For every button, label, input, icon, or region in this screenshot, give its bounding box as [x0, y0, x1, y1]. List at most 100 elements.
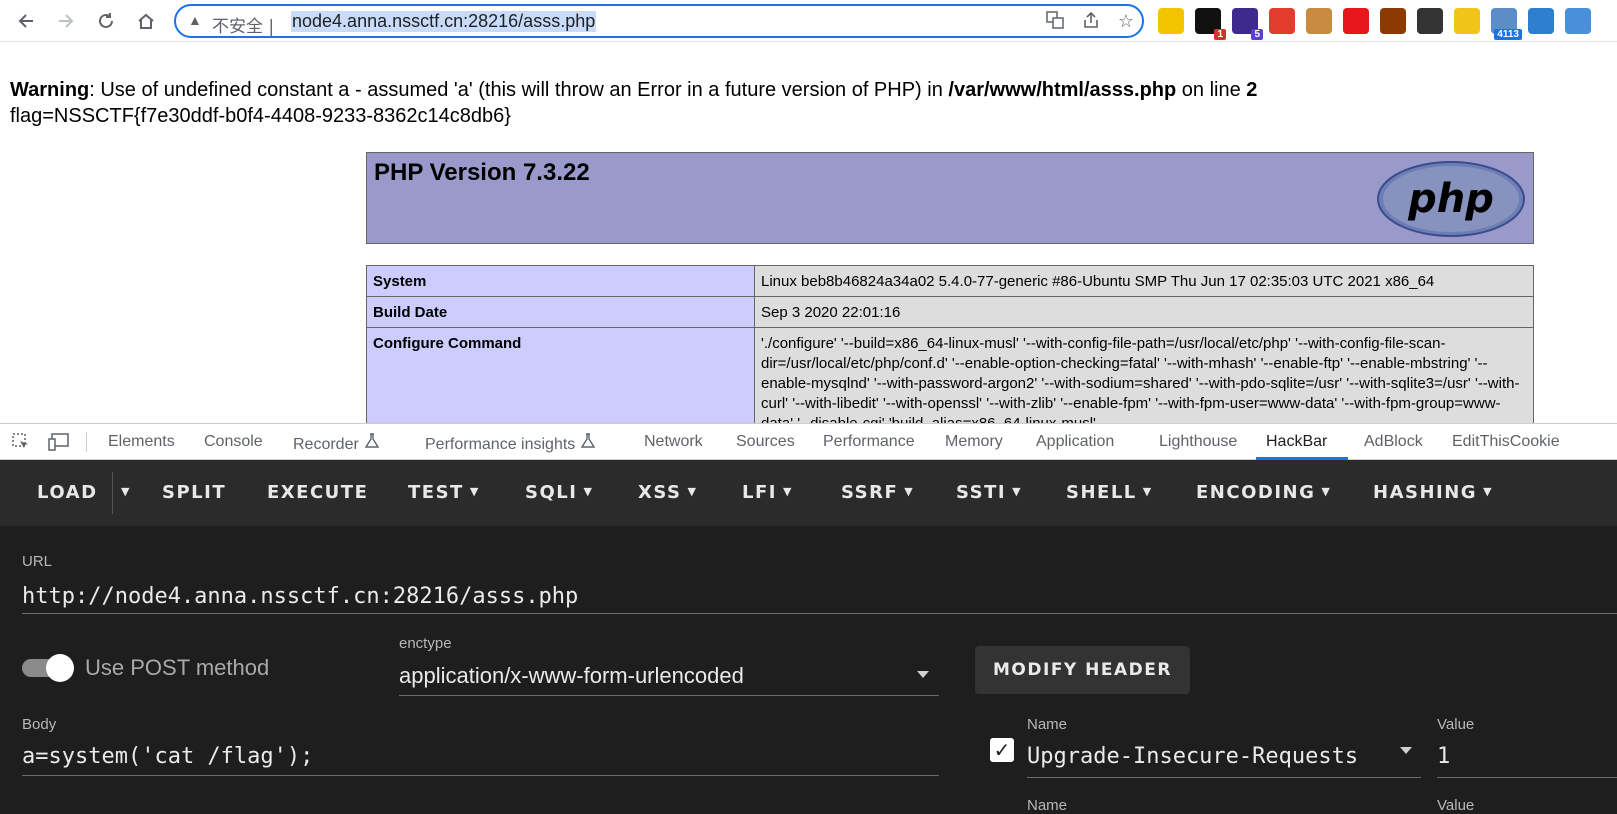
tab-memory[interactable]: Memory: [945, 433, 1003, 451]
ssti-menu-button[interactable]: SSTI ▼: [956, 482, 1022, 503]
experiment-flask-icon: [581, 433, 596, 453]
encoding-menu-button[interactable]: ENCODING ▼: [1196, 482, 1331, 503]
caret-down-icon: ▼: [1483, 485, 1494, 498]
caret-down-icon: ▼: [1321, 485, 1332, 498]
caret-down-icon: ▼: [904, 485, 915, 498]
warning-line-number: 2: [1246, 79, 1258, 101]
flag-output: flag=NSSCTF{f7e30ddf-b0f4-4408-9233-8362…: [10, 105, 511, 127]
url-text[interactable]: node4.anna.nssctf.cn:28216/asss.php: [291, 11, 597, 32]
enctype-select[interactable]: application/x-www-form-urlencoded: [399, 663, 744, 689]
page-content: Warning: Use of undefined constant a - a…: [0, 43, 1617, 423]
js-icon[interactable]: [1454, 8, 1480, 34]
tab-recorder[interactable]: Recorder: [293, 433, 380, 454]
header-name-chevron-down-icon[interactable]: [1400, 747, 1412, 754]
caret-down-icon: ▼: [469, 485, 480, 498]
header-enabled-checkbox[interactable]: ✓: [990, 738, 1014, 762]
hat-icon[interactable]: [1417, 8, 1443, 34]
reload-icon[interactable]: [92, 7, 120, 35]
bookmark-star-icon[interactable]: ☆: [1118, 11, 1134, 34]
translate-icon[interactable]: [1046, 11, 1064, 34]
hashing-menu-button[interactable]: HASHING ▼: [1373, 482, 1493, 503]
table-value: './configure' '--build=x86_64-linux-musl…: [754, 327, 1534, 423]
menu-label: EXECUTE: [267, 482, 369, 503]
tab-label: Sources: [736, 433, 795, 450]
menu-label: XSS: [638, 482, 682, 503]
caret-down-icon: ▼: [1012, 485, 1023, 498]
warning-triangle-icon[interactable]: ▲: [188, 12, 202, 28]
header-name-input[interactable]: Upgrade-Insecure-Requests: [1027, 744, 1358, 769]
address-bar[interactable]: ▲ 不安全 | node4.anna.nssctf.cn:28216/asss.…: [174, 4, 1144, 38]
split-button[interactable]: SPLIT: [162, 482, 226, 503]
next-header-value-label: Value: [1437, 797, 1475, 814]
sqli-menu-button[interactable]: SQLI ▼: [525, 482, 593, 503]
test-menu-button[interactable]: TEST ▼: [408, 482, 480, 503]
xss-menu-button[interactable]: XSS ▼: [638, 482, 697, 503]
tab-sources[interactable]: Sources: [736, 433, 795, 451]
tab-lighthouse[interactable]: Lighthouse: [1159, 433, 1237, 451]
pokeball-icon[interactable]: [1269, 8, 1295, 34]
tab-performance-insights[interactable]: Performance insights: [425, 433, 596, 454]
url-input[interactable]: http://node4.anna.nssctf.cn:28216/asss.p…: [22, 584, 578, 609]
load-button[interactable]: LOAD: [37, 482, 98, 503]
menu-label: SHELL: [1066, 482, 1137, 503]
profile-icon[interactable]: [1565, 8, 1591, 34]
share-icon[interactable]: [1082, 11, 1100, 34]
header-name-label: Name: [1027, 716, 1068, 733]
hackbar-menu: LOAD ▼ SPLIT EXECUTE TEST ▼ SQLI ▼ XSS ▼ LFI ▼ SSRF ▼…: [0, 460, 1617, 526]
warning-text: : Use of undefined constant a - assumed …: [89, 79, 949, 101]
browser-toolbar: ▲ 不安全 | node4.anna.nssctf.cn:28216/asss.…: [0, 0, 1617, 42]
paragraph-icon[interactable]: [1380, 8, 1406, 34]
shield-ext-icon[interactable]: [1343, 8, 1369, 34]
robot-icon[interactable]: [1528, 8, 1554, 34]
post-method-toggle-knob[interactable]: [46, 654, 74, 682]
header-value-input[interactable]: 1: [1437, 744, 1450, 769]
home-icon[interactable]: [132, 7, 160, 35]
warning-online: on line: [1176, 79, 1247, 101]
ext-1-icon[interactable]: 1: [1195, 8, 1226, 40]
body-input[interactable]: a=system('cat /flag');: [22, 744, 313, 769]
insecure-label: 不安全: [212, 17, 263, 37]
table-key: System: [366, 265, 755, 297]
table-row: Build Date Sep 3 2020 22:01:16: [366, 296, 1534, 328]
inspect-element-icon[interactable]: [10, 432, 32, 452]
tab-label: Performance insights: [425, 436, 576, 453]
extensions-bar: 1 5 4113: [1158, 8, 1591, 40]
ext-4113-icon[interactable]: 4113: [1491, 8, 1522, 40]
tab-application[interactable]: Application: [1036, 433, 1114, 451]
table-row: Configure Command './configure' '--build=…: [366, 327, 1534, 423]
next-header-name-label: Name: [1027, 797, 1068, 814]
devtools-tab-strip: Elements Console Recorder Performance insig…: [0, 423, 1617, 460]
lfi-menu-button[interactable]: LFI ▼: [742, 482, 793, 503]
tab-elements[interactable]: Elements: [108, 433, 175, 451]
device-toolbar-icon[interactable]: [48, 432, 70, 452]
caret-down-icon: ▼: [687, 485, 698, 498]
tab-performance[interactable]: Performance: [823, 433, 915, 451]
body-label: Body: [22, 716, 57, 733]
tab-adblock[interactable]: AdBlock: [1364, 433, 1423, 451]
tab-label: Application: [1036, 433, 1115, 450]
tab-console[interactable]: Console: [204, 433, 263, 451]
tab-hackbar[interactable]: HackBar: [1266, 433, 1327, 451]
tab-label: HackBar: [1266, 433, 1328, 450]
hackbar-panel: LOAD ▼ SPLIT EXECUTE TEST ▼ SQLI ▼ XSS ▼ LFI ▼ SSRF ▼…: [0, 460, 1617, 814]
warning-path: /var/www/html/asss.php: [948, 79, 1177, 101]
extension-badge: 5: [1251, 29, 1263, 40]
circle-ext-icon[interactable]: [1158, 8, 1184, 34]
enctype-chevron-down-icon[interactable]: [917, 671, 929, 678]
ext-5-icon[interactable]: 5: [1232, 8, 1263, 40]
ssrf-menu-button[interactable]: SSRF ▼: [841, 482, 914, 503]
execute-button[interactable]: EXECUTE: [267, 482, 368, 503]
tab-network[interactable]: Network: [644, 433, 703, 451]
modify-header-button[interactable]: MODIFY HEADER: [975, 646, 1190, 694]
caret-down-icon: ▼: [1142, 485, 1153, 498]
load-dropdown-button[interactable]: ▼: [121, 482, 131, 503]
menu-label: SSTI: [956, 482, 1007, 503]
extension-badge: 4113: [1494, 29, 1522, 40]
forward-arrow-icon[interactable]: [52, 7, 80, 35]
php-logo-icon: php: [1376, 160, 1526, 243]
shell-menu-button[interactable]: SHELL ▼: [1066, 482, 1153, 503]
tab-editthiscookie[interactable]: EditThisCookie: [1452, 433, 1560, 451]
cookie-icon[interactable]: [1306, 8, 1332, 34]
php-logo-text: php: [1407, 176, 1494, 222]
back-arrow-icon[interactable]: [12, 7, 40, 35]
